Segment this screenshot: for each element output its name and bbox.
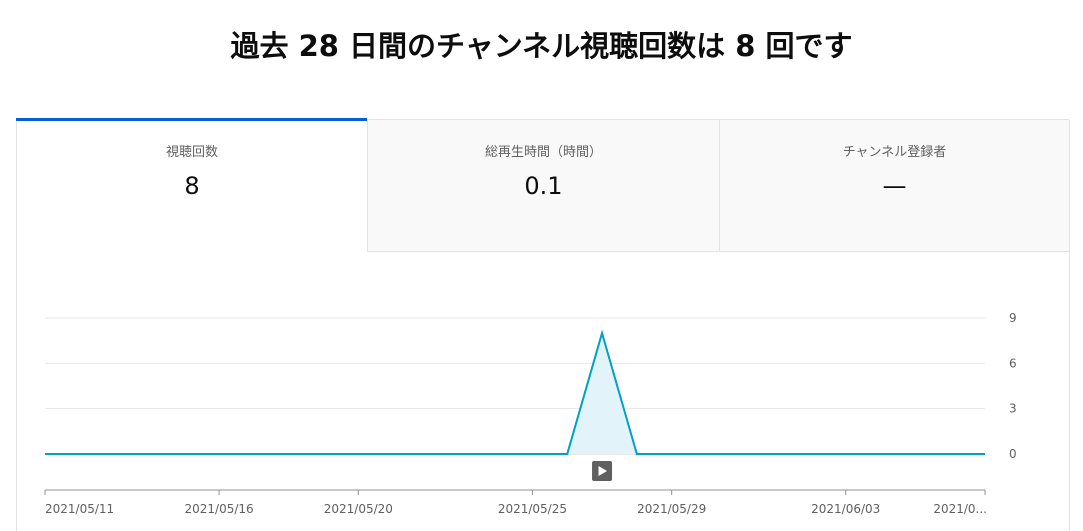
x-tick-label-3: 2021/05/25 [498,502,567,516]
views-line [45,329,985,455]
x-tick-label-0: 2021/05/11 [45,502,114,516]
x-tick-label-4: 2021/05/29 [637,502,706,516]
y-tick-label-6: 6 [1009,356,1017,370]
x-tick-label-2: 2021/05/20 [324,502,393,516]
views-area [45,333,985,454]
y-tick-label-0: 0 [1009,447,1017,461]
metrics-card: 視聴回数 8 総再生時間（時間） 0.1 チャンネル登録者 — 0 3 6 9 2021… [16,118,1070,531]
analytics-page: 過去 28 日間のチャンネル視聴回数は 8 回です 視聴回数 8 総再生時間（時… [0,0,1083,531]
views-chart: 0 3 6 9 2021/05/11 2021/05/16 2021/05/20 2021/0… [44,311,1017,516]
x-tick-label-5: 2021/06/03 [811,502,880,516]
x-tick-label-1: 2021/05/16 [184,502,253,516]
y-tick-label-3: 3 [1009,402,1017,416]
video-play-icon[interactable] [592,461,613,481]
y-tick-label-9: 9 [1009,311,1017,325]
x-tick-label-6: 2021/0... [933,502,987,516]
page-title: 過去 28 日間のチャンネル視聴回数は 8 回です [230,29,853,63]
